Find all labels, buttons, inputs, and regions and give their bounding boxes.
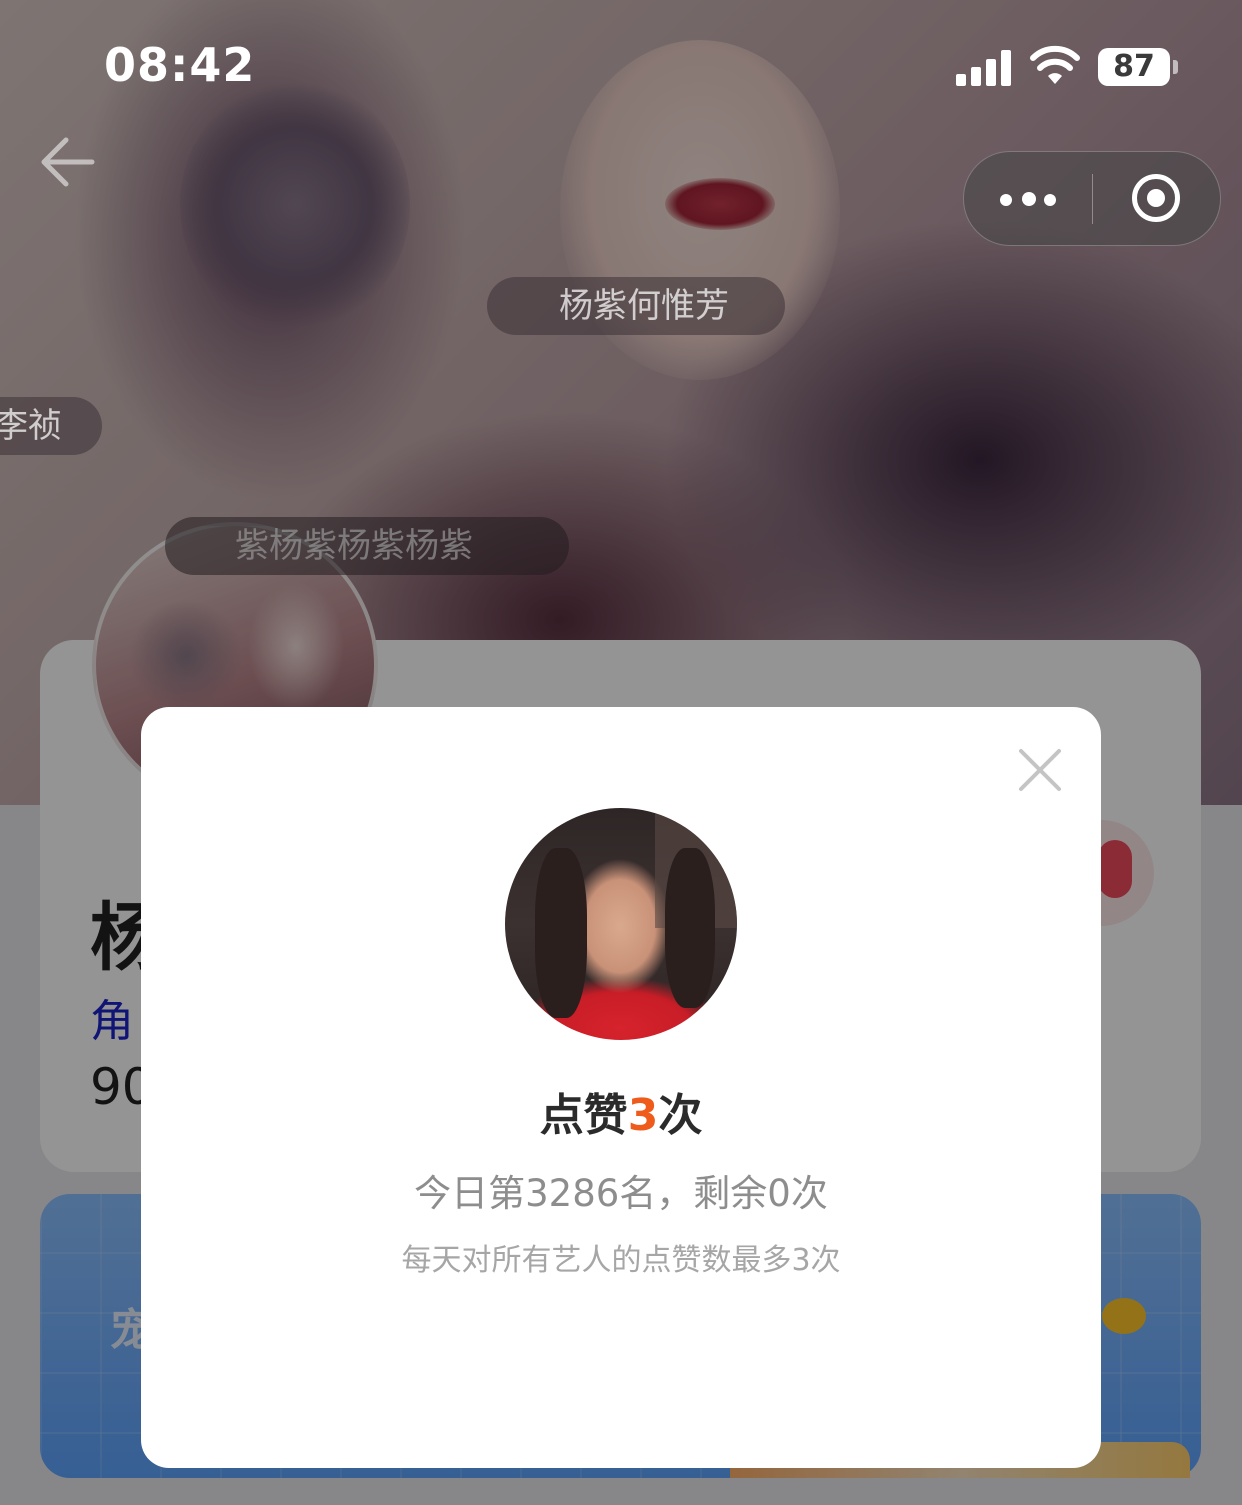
wifi-icon <box>1030 45 1080 84</box>
back-arrow-icon[interactable] <box>38 132 98 192</box>
limit-hint: 每天对所有艺人的点赞数最多3次 <box>401 1243 841 1278</box>
close-icon[interactable] <box>1017 747 1063 793</box>
artist-photo <box>505 808 737 1040</box>
target-icon[interactable] <box>1132 174 1180 222</box>
more-dots-icon[interactable] <box>1000 190 1058 208</box>
danmaku-bubble: 李祯 <box>0 397 102 455</box>
like-result-title: 点赞3次 <box>141 1079 1101 1143</box>
status-bar: 08:42 87 <box>0 0 1242 130</box>
title-suffix: 次 <box>658 1090 703 1141</box>
like-count-highlight: 3 <box>627 1090 659 1141</box>
danmaku-bubble: 杨紫何惟芳 <box>487 277 785 335</box>
title-prefix: 点赞 <box>539 1090 628 1141</box>
capsule-divider <box>1092 174 1093 224</box>
like-result-dialog: 点赞3次 今日第3286名，剩余0次 每天对所有艺人的点赞数最多3次 <box>141 707 1101 1468</box>
signal-icon <box>956 50 1014 86</box>
status-time: 08:42 <box>104 38 256 92</box>
rank-text: 今日第3286名，剩余0次 <box>414 1172 828 1215</box>
battery-tip <box>1173 60 1178 74</box>
battery-icon: 87 <box>1098 48 1170 86</box>
mini-program-capsule <box>963 151 1221 246</box>
